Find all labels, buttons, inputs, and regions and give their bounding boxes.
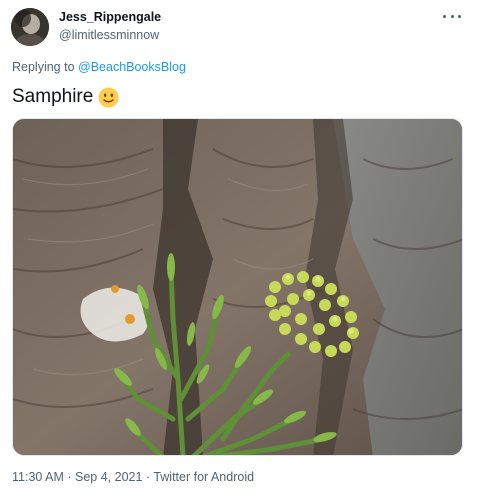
more-dot — [443, 14, 446, 18]
author-handle[interactable]: @limitlessminnow — [59, 28, 159, 42]
tweet-card: Jess_Rippengale @limitlessminnow Replyin… — [0, 0, 477, 498]
tweet-time[interactable]: 11:30 AM — [12, 470, 64, 484]
slightly-smiling-face-icon — [98, 87, 119, 108]
more-dot — [450, 14, 454, 18]
more-dot — [458, 14, 461, 18]
tweet-source[interactable]: Twitter for Android — [153, 470, 254, 484]
more-options-icon[interactable] — [443, 9, 461, 23]
replying-to-line: Replying to @BeachBooksBlog — [12, 60, 186, 74]
author-avatar[interactable] — [11, 8, 49, 46]
replying-to-prefix: Replying to — [12, 60, 79, 74]
meta-separator: · — [142, 470, 154, 484]
meta-separator: · — [63, 470, 75, 484]
tweet-text-content: Samphire — [12, 86, 94, 107]
author-display-name[interactable]: Jess_Rippengale — [59, 10, 161, 24]
tweet-date[interactable]: Sep 4, 2021 — [75, 470, 142, 484]
samphire-photo — [13, 119, 462, 455]
tweet-metadata: 11:30 AM · Sep 4, 2021 · Twitter for And… — [12, 470, 254, 484]
tweet-photo[interactable] — [12, 118, 463, 456]
avatar-image — [11, 8, 49, 46]
tweet-text: Samphire — [12, 86, 119, 108]
reply-mention-link[interactable]: @BeachBooksBlog — [78, 60, 186, 74]
